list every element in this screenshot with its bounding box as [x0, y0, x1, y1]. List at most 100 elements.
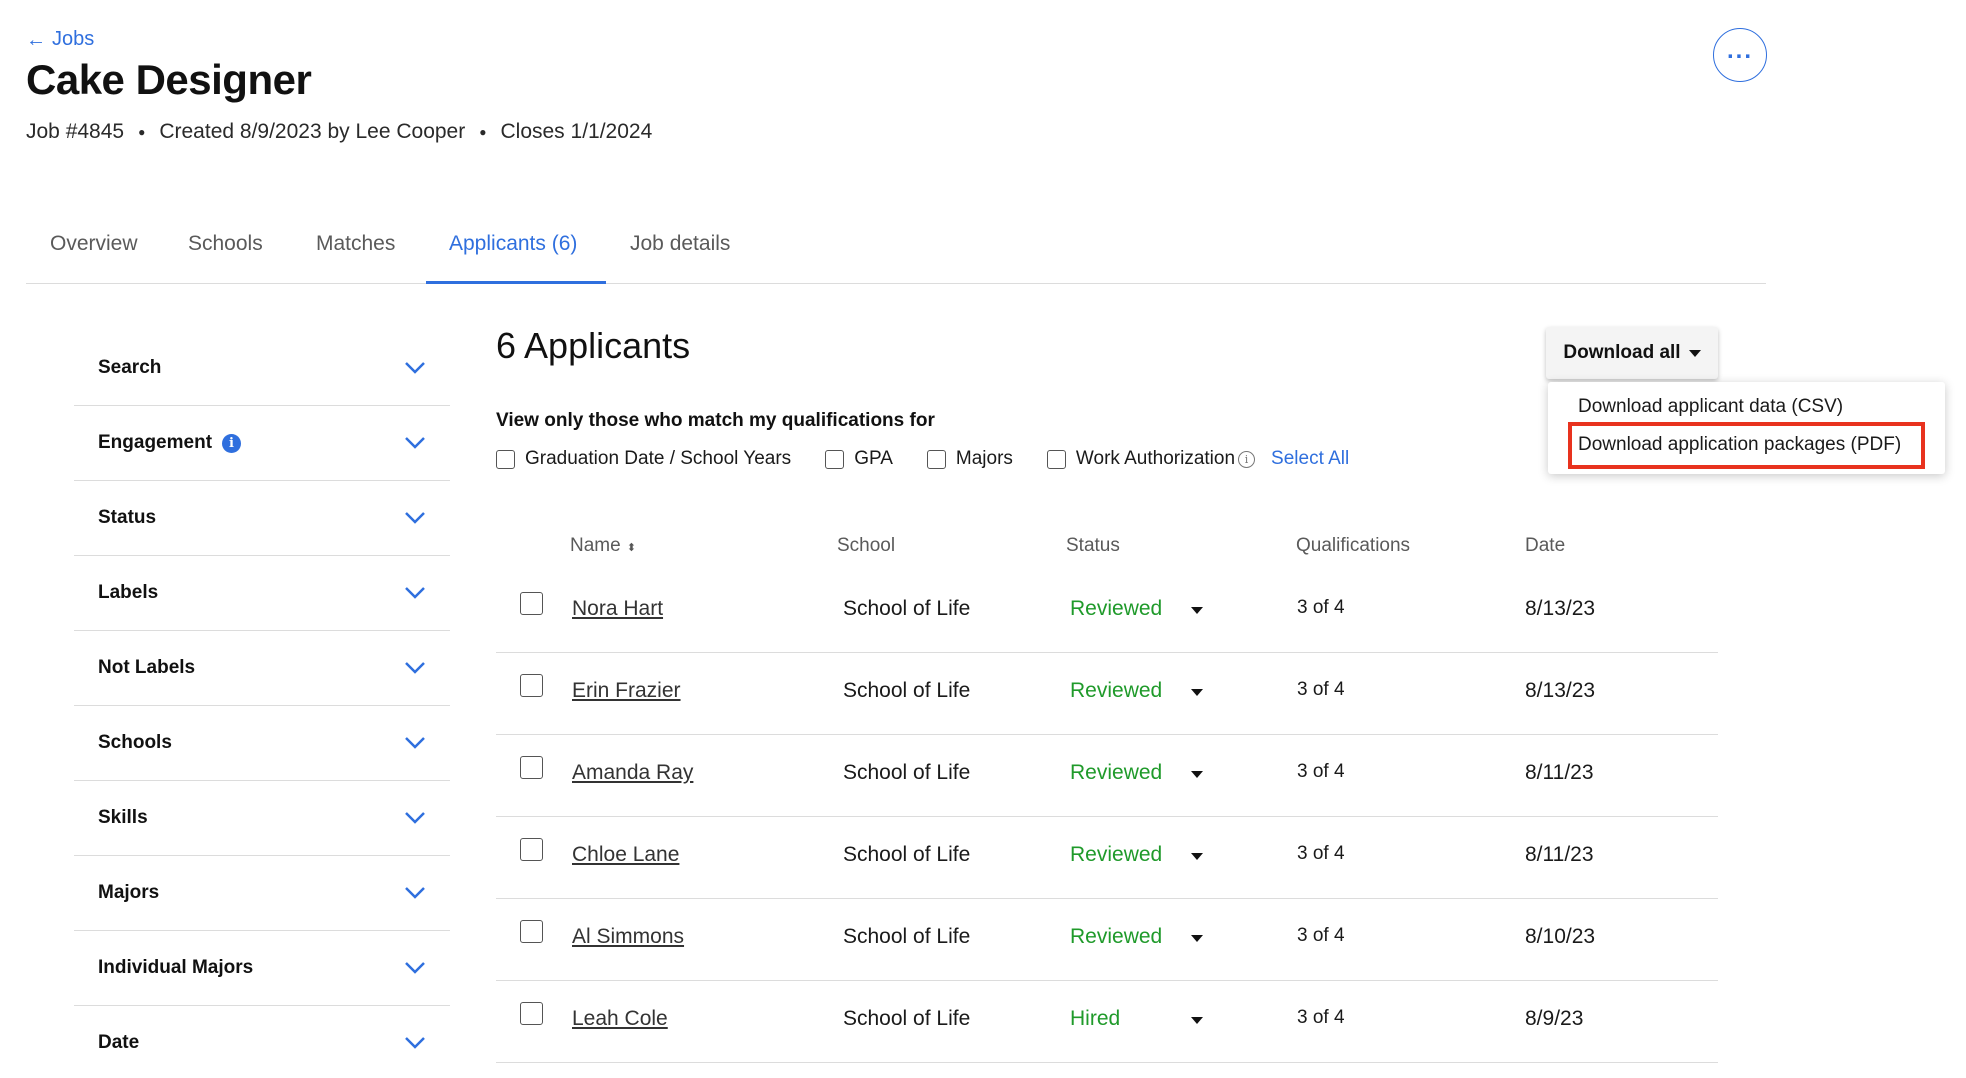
gpa-checkbox[interactable] [825, 449, 845, 469]
filter-label: Labels [98, 582, 159, 603]
filter-label: Search [98, 357, 162, 378]
filter-status[interactable]: Status [74, 481, 450, 556]
download-csv-menu-item[interactable]: Download applicant data (CSV) [1578, 396, 1843, 418]
caret-down-icon[interactable] [1191, 771, 1203, 778]
tab-matches[interactable]: Matches [316, 224, 395, 283]
filter-date[interactable]: Date [74, 1006, 450, 1078]
chevron-down-icon [405, 437, 425, 449]
tab-job-details[interactable]: Job details [630, 224, 730, 283]
chevron-down-icon [405, 962, 425, 974]
qualifications-value: 3 of 4 [1297, 1007, 1345, 1028]
applicant-name-link[interactable]: Amanda Ray [572, 761, 693, 785]
filter-label: Engagement [98, 432, 213, 453]
qualifications-value: 3 of 4 [1297, 679, 1345, 700]
qual-gpa[interactable]: GPA [825, 448, 893, 470]
filter-skills[interactable]: Skills [74, 781, 450, 856]
applicant-name-link[interactable]: Leah Cole [572, 1007, 668, 1031]
applicant-school: School of Life [843, 925, 971, 948]
caret-down-icon[interactable] [1191, 935, 1203, 942]
arrow-left-icon: ← [26, 28, 46, 51]
highlight-annotation-box [1568, 422, 1925, 469]
chevron-down-icon [405, 362, 425, 374]
caret-down-icon[interactable] [1191, 607, 1203, 614]
table-row: Amanda Ray School of Life Reviewed 3 of … [496, 735, 1718, 817]
table-header: Name ⬍ School Status Qualifications Date [496, 525, 1718, 571]
work-authorization-checkbox[interactable] [1046, 449, 1066, 469]
applicant-school: School of Life [843, 761, 971, 784]
qual-work-authorization[interactable]: Work Authorization [1046, 448, 1236, 470]
tab-applicants[interactable]: Applicants (6) [426, 224, 606, 284]
tab-schools[interactable]: Schools [188, 224, 263, 283]
tab-bar: Overview Schools Matches Applicants (6) … [26, 224, 1766, 284]
page-title: Cake Designer [26, 56, 312, 103]
chevron-down-icon [405, 1037, 425, 1049]
qual-label: Work Authorization [1075, 448, 1236, 469]
applicant-school: School of Life [843, 679, 971, 702]
caret-down-icon [1688, 349, 1701, 357]
filter-search[interactable]: Search [74, 331, 450, 406]
status-value: Hired [1070, 1007, 1121, 1030]
row-checkbox[interactable] [520, 838, 543, 861]
more-options-button[interactable]: ... [1713, 28, 1767, 82]
caret-down-icon[interactable] [1191, 689, 1203, 696]
filter-engagement[interactable]: Engagement i [74, 406, 450, 481]
filter-not-labels[interactable]: Not Labels [74, 631, 450, 706]
download-all-button[interactable]: Download all [1546, 327, 1718, 379]
back-to-jobs-link[interactable]: ← Jobs [26, 28, 94, 51]
applied-date: 8/10/23 [1525, 925, 1596, 948]
tab-overview[interactable]: Overview [50, 224, 138, 283]
created-info: Created 8/9/2023 by Lee Cooper [159, 120, 466, 143]
graduation-date-checkbox[interactable] [496, 449, 515, 469]
applied-date: 8/9/23 [1525, 1007, 1584, 1030]
info-icon[interactable]: i [1238, 450, 1256, 468]
row-checkbox[interactable] [520, 592, 543, 615]
chevron-down-icon [405, 587, 425, 599]
column-header-name[interactable]: Name ⬍ [570, 535, 636, 557]
applied-date: 8/11/23 [1525, 843, 1594, 866]
applicant-school: School of Life [843, 843, 971, 866]
qualifications-value: 3 of 4 [1297, 843, 1345, 864]
filter-individual-majors[interactable]: Individual Majors [74, 931, 450, 1006]
applied-date: 8/13/23 [1525, 597, 1596, 620]
status-value: Reviewed [1070, 925, 1163, 948]
applicant-name-link[interactable]: Nora Hart [572, 597, 663, 621]
back-link-label: Jobs [52, 28, 95, 50]
column-header-qualifications: Qualifications [1296, 535, 1411, 556]
table-row: Nora Hart School of Life Reviewed 3 of 4… [496, 571, 1718, 653]
filter-label: Majors [98, 882, 160, 903]
filter-labels[interactable]: Labels [74, 556, 450, 631]
qual-label: GPA [854, 448, 893, 469]
applicants-table: Name ⬍ School Status Qualifications Date … [496, 525, 1718, 1063]
filter-label: Individual Majors [98, 957, 254, 978]
table-row: Leah Cole School of Life Hired 3 of 4 8/… [496, 981, 1718, 1063]
select-all-link[interactable]: Select All [1271, 448, 1349, 470]
qual-majors[interactable]: Majors [926, 448, 1013, 470]
filter-schools[interactable]: Schools [74, 706, 450, 781]
row-checkbox[interactable] [520, 756, 543, 779]
qualifications-value: 3 of 4 [1297, 597, 1345, 618]
filter-sidebar: Search Engagement i Status Labels Not La… [74, 331, 450, 1078]
qual-graduation-date[interactable]: Graduation Date / School Years [496, 448, 791, 470]
info-icon[interactable]: i [222, 433, 242, 453]
caret-down-icon[interactable] [1191, 1017, 1203, 1024]
table-row: Chloe Lane School of Life Reviewed 3 of … [496, 817, 1718, 899]
column-header-date: Date [1525, 535, 1566, 556]
row-checkbox[interactable] [520, 1002, 543, 1025]
job-number: Job #4845 [26, 120, 125, 143]
applicant-name-link[interactable]: Chloe Lane [572, 843, 679, 867]
qual-label: Graduation Date / School Years [525, 448, 792, 469]
filter-label: Date [98, 1032, 140, 1053]
applicant-school: School of Life [843, 1007, 971, 1030]
row-checkbox[interactable] [520, 920, 543, 943]
filter-majors[interactable]: Majors [74, 856, 450, 931]
download-all-label: Download all [1563, 342, 1681, 363]
applicant-name-link[interactable]: Al Simmons [572, 925, 684, 949]
row-checkbox[interactable] [520, 674, 543, 697]
status-value: Reviewed [1070, 761, 1163, 784]
chevron-down-icon [405, 512, 425, 524]
caret-down-icon[interactable] [1191, 853, 1203, 860]
majors-checkbox[interactable] [926, 449, 946, 469]
table-row: Al Simmons School of Life Reviewed 3 of … [496, 899, 1718, 981]
applicant-name-link[interactable]: Erin Frazier [572, 679, 681, 703]
filter-label: Status [98, 507, 157, 528]
